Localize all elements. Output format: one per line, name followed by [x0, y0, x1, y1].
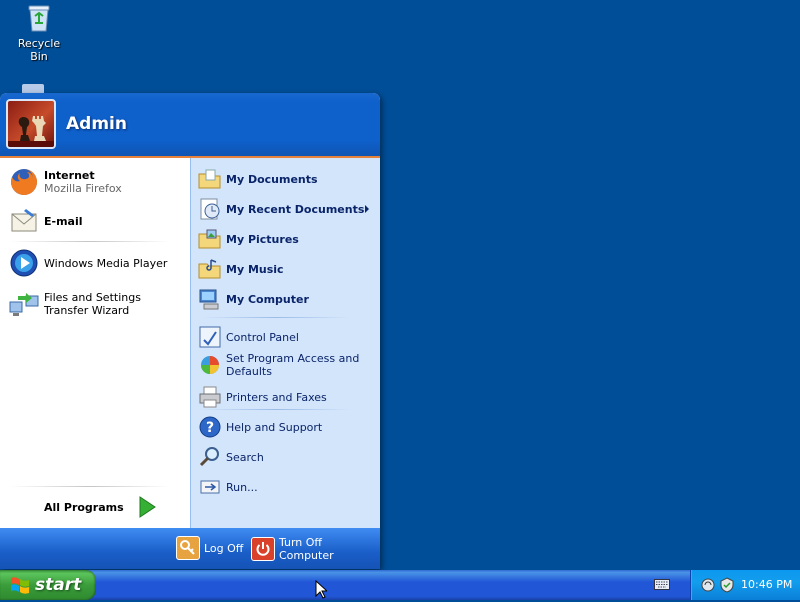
- search-icon: [198, 445, 222, 469]
- recycle-bin-icon: [23, 2, 55, 34]
- all-programs-label: All Programs: [44, 500, 124, 514]
- media-player-icon: [8, 247, 40, 279]
- user-name: Admin: [66, 114, 127, 134]
- desktop-icon-label: Recycle Bin: [17, 37, 61, 63]
- folder-music-icon: [198, 257, 222, 281]
- tool-run[interactable]: Run...: [198, 475, 258, 499]
- place-label: My Pictures: [226, 232, 299, 246]
- recent-item-label: Windows Media Player: [44, 256, 168, 270]
- pinned-item-title: E-mail: [44, 214, 83, 228]
- pinned-item-subtitle: Mozilla Firefox: [44, 182, 122, 195]
- place-label: My Music: [226, 262, 284, 276]
- pinned-item-internet[interactable]: Internet Mozilla Firefox: [8, 166, 122, 198]
- start-menu-left-pane: Internet Mozilla Firefox E-mail Windows …: [0, 158, 190, 528]
- desktop-icon-recycle-bin[interactable]: Recycle Bin: [8, 2, 70, 63]
- control-panel-icon: [198, 325, 222, 349]
- setting-label: Control Panel: [226, 330, 299, 344]
- firefox-icon: [8, 166, 40, 198]
- place-my-recent-documents[interactable]: My Recent Documents: [198, 197, 364, 221]
- start-menu-header: Admin: [0, 93, 380, 158]
- place-label: My Recent Documents: [226, 202, 365, 216]
- setting-printers-faxes[interactable]: Printers and Faxes: [198, 385, 327, 409]
- mouse-cursor-icon: [315, 579, 329, 599]
- setting-label: Printers and Faxes: [226, 390, 327, 404]
- security-shield-icon[interactable]: [719, 577, 735, 593]
- setting-label: Set Program Access and Defaults: [226, 352, 360, 378]
- tool-help-support[interactable]: ? Help and Support: [198, 415, 322, 439]
- place-my-documents[interactable]: My Documents: [198, 167, 318, 191]
- transfer-wizard-icon: [8, 288, 40, 320]
- computer-icon: [198, 287, 222, 311]
- submenu-arrow-icon: [365, 205, 369, 213]
- start-label: start: [35, 575, 82, 595]
- separator: [201, 317, 351, 318]
- place-my-music[interactable]: My Music: [198, 257, 284, 281]
- recent-documents-icon: [198, 197, 222, 221]
- recent-item-media-player[interactable]: Windows Media Player: [8, 247, 167, 279]
- recent-item-transfer-wizard[interactable]: Files and Settings Transfer Wizard: [8, 288, 184, 320]
- setting-program-access[interactable]: Set Program Access and Defaults: [198, 352, 374, 378]
- turn-off-button[interactable]: Turn Off Computer: [251, 536, 380, 562]
- separator: [10, 486, 170, 487]
- printer-icon: [198, 385, 222, 409]
- log-off-label: Log Off: [204, 541, 244, 555]
- start-button[interactable]: start: [0, 570, 96, 600]
- log-off-button[interactable]: Log Off: [176, 536, 243, 560]
- turn-off-label: Turn Off Computer: [278, 536, 334, 562]
- folder-documents-icon: [198, 167, 222, 191]
- user-avatar[interactable]: [6, 99, 56, 149]
- separator: [201, 409, 351, 410]
- separator: [10, 241, 170, 242]
- place-my-computer[interactable]: My Computer: [198, 287, 309, 311]
- program-access-icon: [198, 353, 222, 377]
- recent-item-label: Files and Settings Transfer Wizard: [44, 291, 141, 317]
- tool-label: Search: [226, 450, 264, 464]
- start-menu-footer: Log Off Turn Off Computer: [0, 528, 380, 569]
- system-tray: 10:46 PM: [690, 570, 800, 600]
- email-icon: [8, 205, 40, 237]
- setting-control-panel[interactable]: Control Panel: [198, 325, 299, 349]
- run-icon: [198, 475, 222, 499]
- all-programs-button[interactable]: All Programs: [44, 496, 156, 518]
- tool-label: Help and Support: [226, 420, 323, 434]
- power-icon: [251, 537, 275, 561]
- key-icon: [176, 536, 200, 560]
- help-icon: ?: [198, 415, 222, 439]
- green-arrow-icon: [138, 496, 156, 518]
- pinned-item-title: Internet: [44, 169, 95, 182]
- start-menu: Admin Internet Mozilla Firefox E-mail Wi…: [0, 93, 380, 569]
- place-label: My Computer: [226, 292, 309, 306]
- keyboard-icon[interactable]: [654, 579, 670, 590]
- tool-label: Run...: [226, 480, 258, 494]
- taskbar: start 10:46 PM: [0, 570, 800, 600]
- place-my-pictures[interactable]: My Pictures: [198, 227, 299, 251]
- windows-logo-icon: [10, 575, 30, 595]
- svg-text:?: ?: [206, 420, 214, 436]
- start-menu-right-pane: My Documents My Recent Documents My Pict…: [190, 158, 380, 528]
- place-label: My Documents: [226, 172, 318, 186]
- network-icon[interactable]: [701, 577, 717, 593]
- pinned-item-email[interactable]: E-mail: [8, 205, 83, 237]
- folder-pictures-icon: [198, 227, 222, 251]
- tool-search[interactable]: Search: [198, 445, 264, 469]
- clock[interactable]: 10:46 PM: [741, 578, 792, 591]
